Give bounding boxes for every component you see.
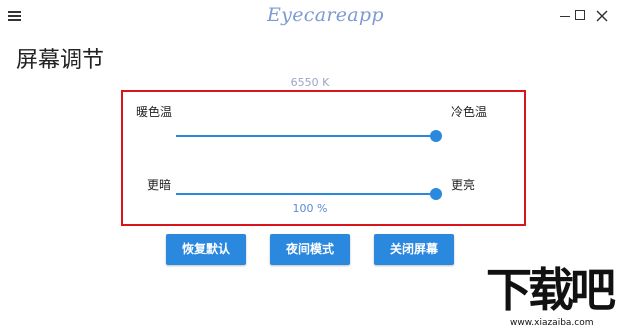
warm-temperature-label: 暖色温 — [136, 105, 173, 119]
close-icon — [596, 10, 608, 22]
maximize-icon — [575, 10, 585, 20]
slider-fill — [176, 135, 436, 137]
watermark-url: www.xiazaiba.com — [510, 318, 594, 328]
menu-line — [8, 15, 21, 17]
slider-thumb[interactable] — [430, 188, 442, 200]
cool-temperature-label: 冷色温 — [451, 105, 488, 119]
close-button[interactable] — [592, 6, 612, 26]
slider-thumb[interactable] — [430, 130, 442, 142]
watermark-logo: 下载吧 — [486, 263, 616, 317]
title-bar: Eyecareapp — [0, 0, 620, 34]
darker-label: 更暗 — [147, 178, 172, 192]
hamburger-menu-icon[interactable] — [7, 8, 23, 24]
slider-fill — [176, 193, 436, 195]
brightness-slider[interactable] — [176, 187, 442, 201]
maximize-button[interactable] — [572, 6, 592, 26]
brighter-label: 更亮 — [451, 178, 476, 192]
night-mode-button[interactable]: 夜间模式 — [270, 234, 350, 265]
menu-line — [8, 11, 21, 13]
brightness-readout: 100 % — [292, 202, 328, 215]
minimize-icon — [560, 16, 570, 17]
restore-default-button[interactable]: 恢复默认 — [166, 234, 246, 265]
temperature-readout: 6550 K — [290, 76, 330, 89]
color-temperature-slider[interactable] — [176, 129, 442, 143]
menu-line — [8, 19, 21, 21]
close-screen-button[interactable]: 关闭屏幕 — [374, 234, 454, 265]
page-title: 屏幕调节 — [16, 48, 105, 73]
app-logo: Eyecareapp — [267, 4, 384, 26]
site-watermark: 下载吧 www.xiazaiba.com — [486, 264, 620, 330]
